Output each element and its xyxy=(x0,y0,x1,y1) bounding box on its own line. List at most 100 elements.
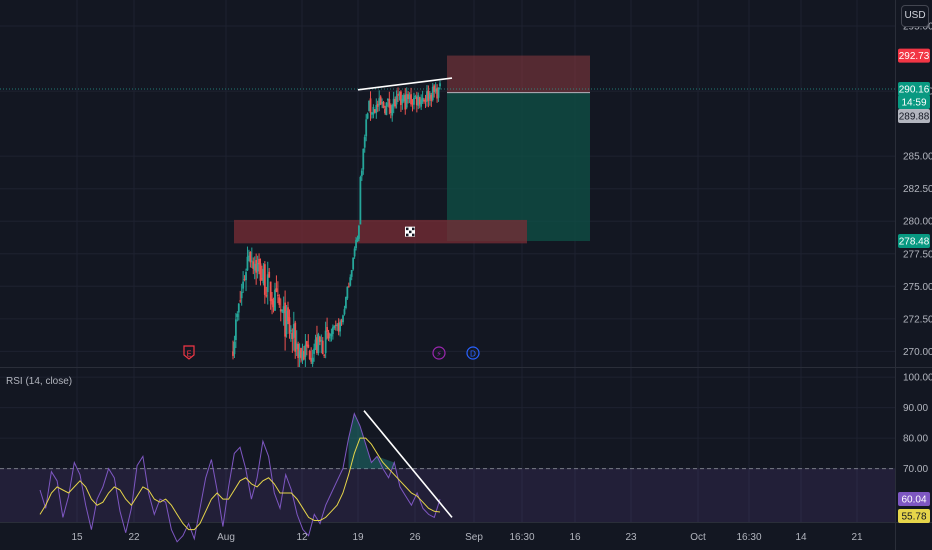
candle-body xyxy=(343,309,346,315)
time-tick-label: 14 xyxy=(795,532,807,543)
rsi-tick-label: 100.00 xyxy=(903,373,932,384)
candle-body xyxy=(437,87,440,98)
time-tick-label: 19 xyxy=(352,532,364,543)
candle-body xyxy=(439,83,441,87)
flag-check xyxy=(406,233,409,237)
candle-body xyxy=(395,95,398,105)
candle-body xyxy=(360,170,363,177)
target-price-badge: 278.48 xyxy=(898,234,930,249)
candle-body xyxy=(265,295,268,297)
candle-body xyxy=(311,357,314,365)
rsi-value-badge: 60.04 xyxy=(898,492,930,507)
earnings-symbol: E xyxy=(186,350,191,359)
resistance-zone xyxy=(234,219,527,244)
candle-body xyxy=(421,97,424,102)
replay-flag-icon xyxy=(405,226,415,237)
current-price-badge-text: 290.16 xyxy=(899,85,930,96)
stop-loss-zone xyxy=(447,55,590,93)
candle-body xyxy=(308,351,311,360)
candle-body xyxy=(349,277,352,286)
candle-body xyxy=(304,344,307,357)
candle-body xyxy=(382,101,385,108)
time-tick-label: 16:30 xyxy=(509,532,534,543)
candle-body xyxy=(330,333,333,337)
rsi-band-fill xyxy=(0,468,895,522)
stop-price-badge: 292.73 xyxy=(898,48,930,63)
candle-body xyxy=(413,97,415,105)
candle-body xyxy=(278,297,281,306)
flag-check xyxy=(406,227,409,231)
currency-button[interactable]: USD xyxy=(901,5,929,27)
candle-body xyxy=(345,297,347,309)
candle-body xyxy=(256,263,259,272)
candle-body xyxy=(365,119,368,137)
time-tick-label: 21 xyxy=(851,532,863,543)
candle-body xyxy=(263,264,266,295)
candle-body xyxy=(331,327,334,335)
time-tick-label: Sep xyxy=(465,532,483,543)
price-tick-label: 285.00 xyxy=(903,152,932,163)
price-tick-label: 277.50 xyxy=(903,249,932,260)
candle-body xyxy=(391,105,394,116)
candle-body xyxy=(237,303,240,313)
time-tick-label: Aug xyxy=(217,532,235,543)
flag-check xyxy=(409,230,412,234)
price-tick-label: 275.00 xyxy=(903,282,932,293)
split-symbol: ⚡ xyxy=(436,350,442,359)
candle-body xyxy=(269,281,272,302)
candle-body xyxy=(362,148,365,170)
price-tick-label: 282.50 xyxy=(903,184,932,195)
candle-body xyxy=(326,327,328,332)
rsi-indicator-title[interactable]: RSI (14, close) xyxy=(6,376,72,387)
candle-body xyxy=(353,248,356,257)
time-tick-label: 16 xyxy=(569,532,581,543)
flag-check xyxy=(412,233,415,237)
stop-price-badge-text: 292.73 xyxy=(899,51,930,62)
time-tick-label: 26 xyxy=(409,532,421,543)
rsi-tick-label: 90.00 xyxy=(903,403,928,414)
rsi-ma-badge: 55.78 xyxy=(898,508,930,523)
entry-price-badge-text: 289.88 xyxy=(899,112,930,123)
chart-svg[interactable]: 295.00290.00285.00282.50280.00277.50275.… xyxy=(0,0,932,550)
candle-body xyxy=(347,286,350,288)
candle-body xyxy=(359,177,362,225)
time-tick-label: 23 xyxy=(625,532,637,543)
time-tick-label: Oct xyxy=(690,532,706,543)
candle-body xyxy=(233,341,236,355)
rsi-tick-label: 70.00 xyxy=(903,464,928,475)
candle-body xyxy=(275,288,278,292)
candle-body xyxy=(307,344,310,348)
time-tick-label: 15 xyxy=(71,532,83,543)
rsi-value-badge-text: 60.04 xyxy=(901,495,926,506)
candle-body xyxy=(240,291,243,299)
candle-body xyxy=(234,319,237,341)
candle-body xyxy=(366,113,369,119)
candle-body xyxy=(352,257,355,270)
candle-body xyxy=(242,281,245,289)
candle-body xyxy=(327,332,330,339)
candle-body xyxy=(323,354,326,356)
candle-body xyxy=(363,137,366,148)
candle-body xyxy=(250,260,253,262)
candle-body xyxy=(339,321,342,332)
dividend-symbol: D xyxy=(470,350,476,359)
flag-check xyxy=(412,227,415,231)
time-tick-label: 12 xyxy=(296,532,308,543)
candle-body xyxy=(329,337,331,339)
countdown-badge: 14:59 xyxy=(898,95,930,110)
countdown-badge-text: 14:59 xyxy=(901,98,926,109)
candle-body xyxy=(236,314,239,317)
candle-body xyxy=(274,289,276,311)
candle-body xyxy=(346,286,349,299)
price-tick-label: 270.00 xyxy=(903,347,932,358)
candle-body xyxy=(268,271,271,278)
rsi-tick-label: 80.00 xyxy=(903,434,928,445)
candle-body xyxy=(290,329,292,332)
candle-body xyxy=(245,272,247,281)
price-tick-label: 272.50 xyxy=(903,314,932,325)
time-tick-label: 22 xyxy=(128,532,140,543)
price-tick-label: 280.00 xyxy=(903,217,932,228)
candle-body xyxy=(350,270,353,277)
candle-body xyxy=(321,340,324,355)
candle-body xyxy=(333,325,336,328)
